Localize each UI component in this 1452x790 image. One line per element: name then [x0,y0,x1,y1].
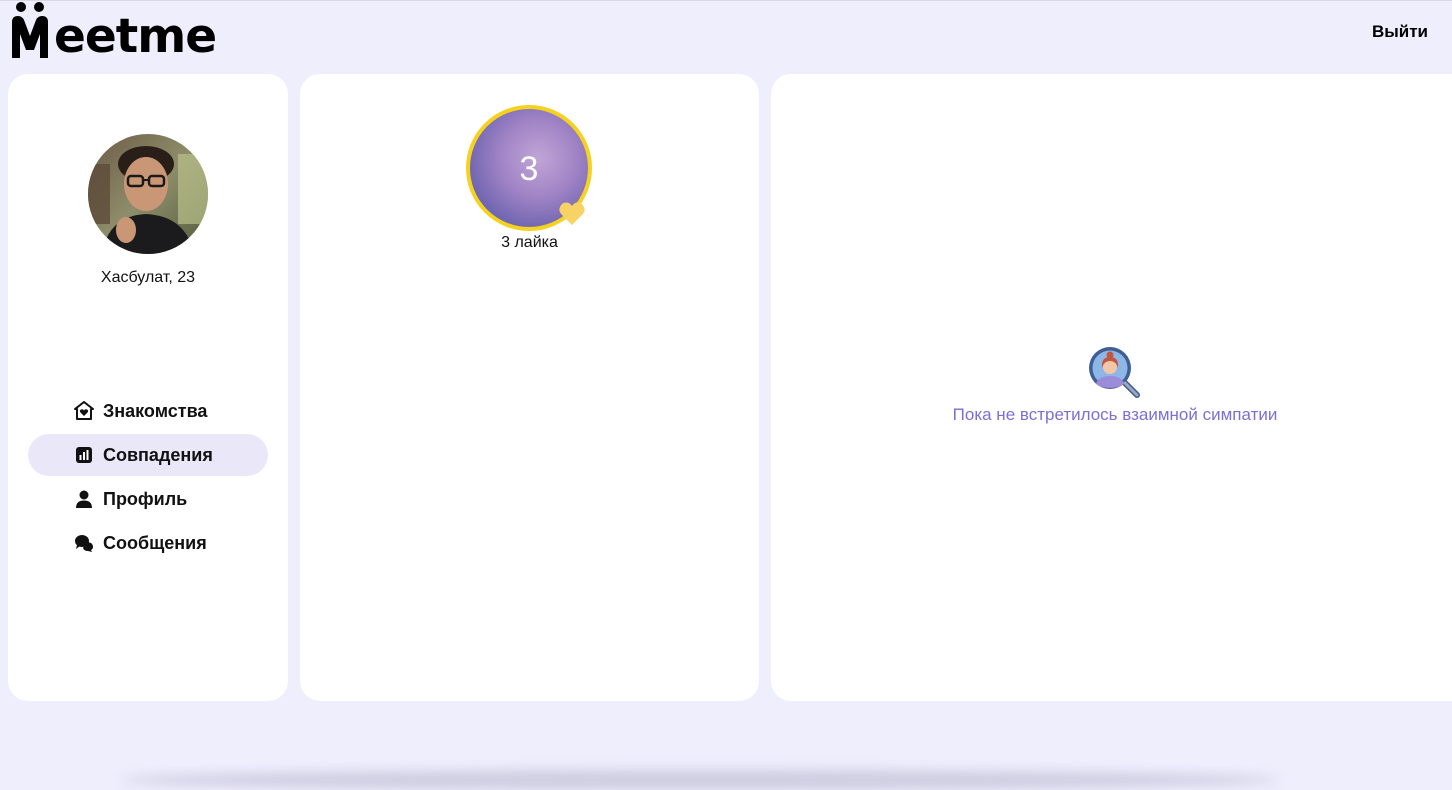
avatar-photo-icon [88,134,208,254]
sidebar-item-matches[interactable]: Совпадения [28,434,268,476]
profile-name: Хасбулат, 23 [100,269,196,286]
sidebar-item-label: Профиль [103,489,188,509]
logo-m-icon [12,2,48,58]
matches-panel: Пока не встретилось взаимной симпатии [771,74,1452,701]
app-logo[interactable]: eetme [10,0,220,66]
chat-icon [74,533,94,553]
sidebar-item-label: Знакомства [103,401,208,421]
sidebar-item-label: Совпадения [103,445,213,465]
sidebar-item-messages[interactable]: Сообщения [28,522,268,564]
chart-icon [74,445,94,465]
sidebar-item-profile[interactable]: Профиль [28,478,268,520]
heart-icon [558,201,586,227]
search-person-icon [1086,344,1142,400]
bottom-shadow [120,770,1280,790]
sidebar-panel: Хасбулат, 23 Знакомства Совпадения Профи… [8,74,288,701]
sidebar-nav: Знакомства Совпадения Профиль Сообщения [28,390,268,566]
empty-state-text: Пока не встретилось взаимной симпатии [952,405,1278,424]
likes-label: 3 лайка [501,234,558,251]
home-heart-icon [74,401,94,421]
user-icon [74,489,94,509]
sidebar-item-label: Сообщения [103,533,207,553]
likes-panel: 3 3 лайка [300,74,759,701]
sidebar-item-dating[interactable]: Знакомства [28,390,268,432]
avatar[interactable] [88,134,208,254]
likes-circle[interactable]: 3 [466,105,592,231]
likes-count: 3 [519,150,539,188]
logo-text: eetme [54,9,217,64]
logout-button[interactable]: Выйти [1372,22,1428,42]
